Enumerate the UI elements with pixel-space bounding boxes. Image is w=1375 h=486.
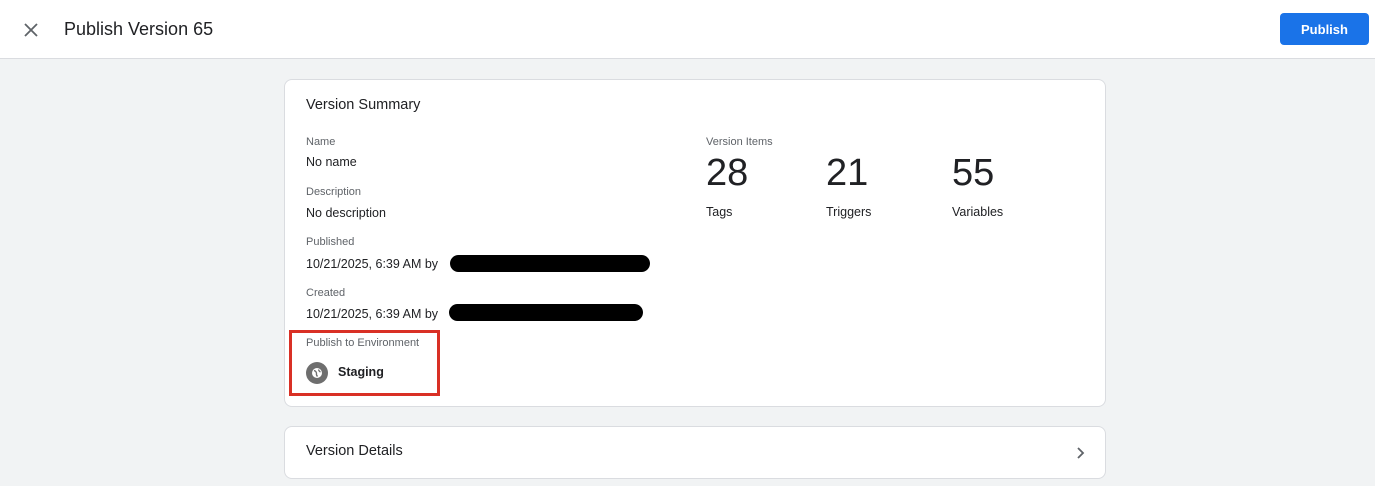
- name-label: Name: [306, 136, 336, 148]
- environment-value: Staging: [338, 365, 384, 379]
- created-label: Created: [306, 287, 346, 299]
- description-value: No description: [306, 206, 386, 220]
- page-title: Publish Version 65: [64, 19, 214, 39]
- environment-label: Publish to Environment: [306, 337, 420, 349]
- close-icon: [24, 23, 38, 37]
- version-summary-card: Version Summary Name No name Description…: [284, 79, 1106, 407]
- redacted-creator: [449, 304, 643, 321]
- triggers-label: Triggers: [826, 205, 872, 219]
- variables-count: 55: [952, 152, 995, 194]
- description-label: Description: [306, 186, 362, 198]
- publish-button[interactable]: Publish: [1280, 13, 1369, 45]
- published-label: Published: [306, 236, 355, 248]
- version-summary-title: Version Summary: [306, 97, 421, 113]
- globe-icon: [306, 362, 328, 384]
- published-value: 10/21/2025, 6:39 AM by: [306, 257, 439, 271]
- created-value: 10/21/2025, 6:39 AM by: [306, 307, 439, 321]
- variables-label: Variables: [952, 205, 1004, 219]
- triggers-count: 21: [826, 152, 869, 194]
- redacted-publisher: [450, 255, 650, 272]
- tags-label: Tags: [706, 205, 733, 219]
- tags-count: 28: [706, 152, 749, 194]
- top-app-bar: Publish Version 65 Publish: [0, 0, 1375, 59]
- name-value: No name: [306, 155, 357, 169]
- version-items-label: Version Items: [706, 136, 773, 148]
- version-details-card[interactable]: Version Details: [284, 426, 1106, 479]
- close-button[interactable]: [17, 16, 45, 44]
- version-details-title: Version Details: [306, 443, 403, 459]
- chevron-right-icon: [1077, 447, 1085, 459]
